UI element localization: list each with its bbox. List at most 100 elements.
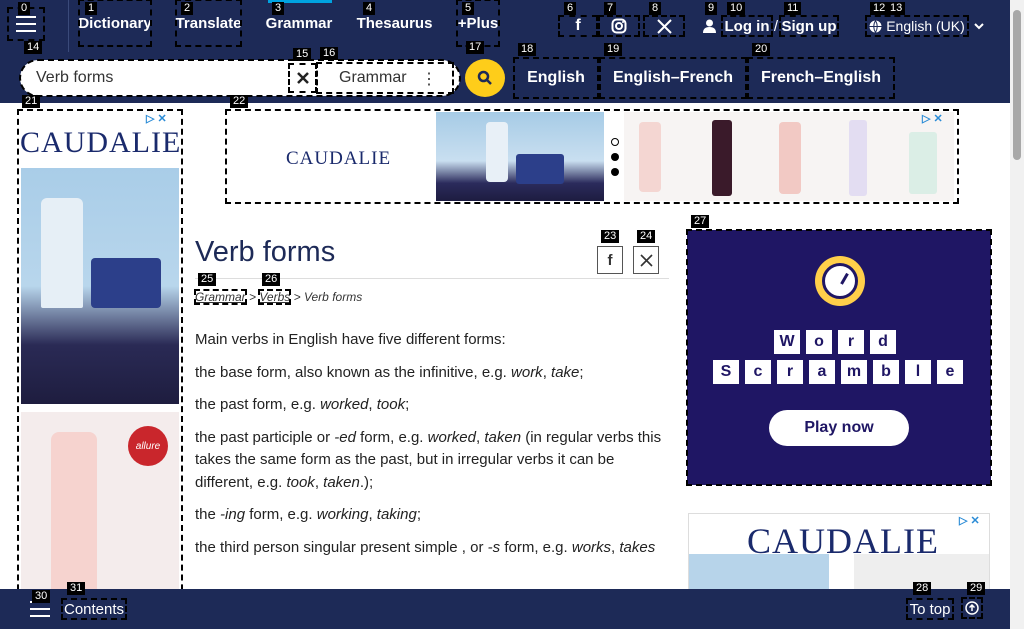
right-sidebar-ad[interactable]: CAUDALIE ▷ ✕ — [688, 513, 990, 593]
element-badge: 29 — [967, 582, 986, 595]
element-badge: 1 — [85, 2, 98, 15]
breadcrumb: Grammar > Verbs > Verb forms — [194, 289, 363, 305]
list-item: the base form, also known as the infinit… — [195, 363, 584, 381]
element-badge: 20 — [752, 43, 771, 56]
stopwatch-icon — [815, 256, 865, 306]
adchoices-icon[interactable]: ▷ ✕ — [922, 112, 943, 125]
arrow-up-icon[interactable] — [961, 597, 983, 619]
clear-search-button[interactable] — [288, 63, 317, 93]
direction-french-english[interactable]: French–English — [747, 57, 895, 99]
list-item: the third person singular present simple… — [195, 538, 656, 556]
banner-brand-logo: CAUDALIE — [286, 148, 392, 169]
letter-tile: e — [937, 360, 963, 384]
more-options-icon: ⋮ — [421, 71, 437, 88]
element-badge: 7 — [604, 2, 617, 15]
scrollbar-thumb[interactable] — [1013, 10, 1021, 160]
article-intro: Main verbs in English have five differen… — [195, 331, 506, 348]
element-badge: 22 — [230, 95, 249, 108]
element-badge: 31 — [67, 582, 86, 595]
element-badge: 13 — [887, 2, 906, 15]
element-badge: 3 — [272, 2, 285, 15]
element-badge: 16 — [320, 47, 339, 60]
direction-english-french[interactable]: English–French — [599, 57, 747, 99]
x-share-button[interactable] — [633, 246, 659, 274]
adchoices-icon[interactable]: ▷ ✕ — [959, 514, 980, 527]
dictionary-select[interactable]: Grammar ⋮ — [316, 62, 454, 94]
search-input[interactable] — [36, 66, 286, 90]
play-now-button[interactable]: Play now — [769, 410, 909, 446]
element-badge: 4 — [363, 2, 376, 15]
letter-tile: c — [745, 360, 771, 384]
globe-icon — [869, 19, 882, 33]
element-badge: 17 — [466, 41, 485, 54]
letter-tile: r — [838, 330, 864, 354]
element-badge: 8 — [649, 2, 662, 15]
contents-button[interactable]: Contents — [60, 598, 128, 620]
letter-tile: o — [806, 330, 832, 354]
element-badge: 25 — [198, 273, 217, 286]
ad-product-image — [689, 554, 829, 592]
dictionary-select-label: Grammar — [339, 69, 407, 86]
article-body: Main verbs in English have five differen… — [195, 329, 669, 569]
list-item: the -ing form, e.g. working, taking; — [195, 506, 421, 523]
language-label: English (UK) — [886, 18, 965, 34]
letter-tile: a — [809, 360, 835, 384]
ad-brand-logo: CAUDALIE — [20, 126, 182, 159]
element-badge: 2 — [181, 2, 194, 15]
element-badge: 14 — [24, 41, 43, 54]
element-badge: 30 — [32, 590, 51, 603]
banner-image-1 — [436, 112, 604, 201]
element-badge: 12 — [870, 2, 889, 15]
top-navigation: Dictionary Translate Grammar Thesaurus +… — [0, 0, 1010, 52]
facebook-icon[interactable]: f — [558, 15, 598, 37]
list-item: the past participle or -ed form, e.g. wo… — [195, 428, 662, 491]
left-sidebar-ad[interactable]: ▷ ✕ CAUDALIE allure — [17, 109, 183, 629]
chevron-down-icon[interactable] — [972, 16, 986, 36]
breadcrumb-grammar[interactable]: Grammar — [194, 289, 247, 305]
list-item: the past form, e.g. worked, took; — [195, 396, 410, 413]
letter-tile: l — [905, 360, 931, 384]
element-badge: 23 — [601, 230, 620, 243]
letter-tile: d — [870, 330, 896, 354]
search-icon — [477, 70, 492, 85]
facebook-share-button[interactable]: f — [597, 246, 623, 274]
element-badge: 11 — [784, 2, 802, 15]
letter-tile: W — [774, 330, 800, 354]
element-badge: 10 — [727, 2, 746, 15]
carousel-dot[interactable] — [611, 168, 619, 176]
breadcrumb-verbs[interactable]: Verbs — [258, 289, 292, 305]
to-top-button[interactable]: To top — [906, 598, 954, 620]
element-badge: 24 — [637, 230, 656, 243]
breadcrumb-current: Verb forms — [303, 290, 363, 304]
element-badge: 28 — [913, 582, 932, 595]
language-selector[interactable]: English (UK) — [865, 15, 969, 37]
adchoices-icon[interactable]: ▷ ✕ — [146, 112, 167, 125]
search-button[interactable] — [465, 59, 505, 97]
element-badge: 6 — [564, 2, 577, 15]
carousel-dot[interactable] — [611, 138, 619, 146]
instagram-icon[interactable] — [598, 15, 640, 37]
element-badge: 27 — [691, 215, 710, 228]
element-badge: 15 — [293, 48, 312, 61]
signup-link[interactable]: Sign up — [779, 15, 839, 37]
game-letters-row-1: Word — [774, 330, 896, 354]
letter-tile: r — [777, 360, 803, 384]
top-banner-ad[interactable]: CAUDALIE ▷ ✕ — [225, 109, 959, 204]
allure-badge: allure — [128, 426, 168, 466]
x-twitter-icon[interactable] — [643, 15, 685, 37]
word-scramble-ad[interactable]: Word Scramble Play now — [686, 229, 992, 486]
letter-tile: b — [873, 360, 899, 384]
element-badge: 0 — [18, 2, 31, 15]
close-icon — [296, 72, 309, 84]
facebook-icon: f — [607, 251, 613, 269]
direction-english[interactable]: English — [513, 57, 599, 99]
element-badge: 21 — [22, 95, 41, 108]
contents-menu-icon[interactable] — [30, 601, 50, 617]
login-link[interactable]: Log in — [721, 15, 773, 37]
game-letters-row-2: Scramble — [713, 360, 963, 384]
element-badge: 9 — [705, 2, 718, 15]
carousel-dot[interactable] — [611, 153, 619, 161]
x-twitter-icon — [639, 253, 653, 267]
element-badge: 26 — [262, 273, 281, 286]
bottom-bar: Contents To top — [0, 589, 1010, 629]
